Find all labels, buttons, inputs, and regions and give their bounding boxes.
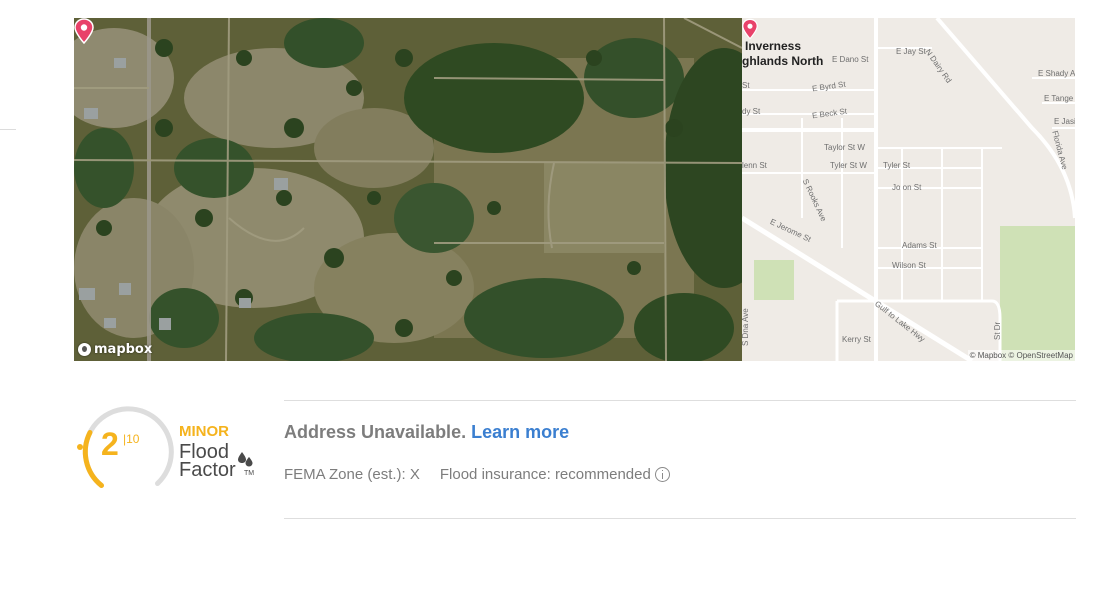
learn-more-link[interactable]: Learn more bbox=[471, 422, 569, 442]
satellite-imagery bbox=[74, 18, 742, 361]
mapbox-logo-text: mapbox bbox=[94, 342, 153, 357]
satellite-map[interactable]: mapbox bbox=[74, 18, 742, 361]
location-pin-icon[interactable] bbox=[742, 18, 758, 40]
street-label: S Dna Ave bbox=[742, 308, 750, 346]
flood-factor-logo-line2: Factor bbox=[179, 459, 236, 481]
street-label: E Dano St bbox=[832, 55, 869, 64]
street-label: St Dr bbox=[993, 321, 1002, 340]
street-label: lenn St bbox=[742, 161, 767, 170]
street-label: Jo on St bbox=[892, 183, 922, 192]
map-attribution[interactable]: © Mapbox © OpenStreetMap bbox=[967, 350, 1075, 361]
flood-score-gauge bbox=[77, 406, 174, 488]
street-label: Kerry St bbox=[842, 335, 871, 344]
flood-factor-badge: 2 |10 MINOR Flood Factor TM bbox=[74, 400, 264, 492]
street-label: Tyler St bbox=[883, 161, 911, 170]
flood-insurance-status: Flood insurance: recommended bbox=[439, 466, 651, 483]
trademark-symbol: TM bbox=[244, 470, 255, 477]
street-map[interactable]: Inverness ghlands North E Dano St E Jay … bbox=[742, 18, 1075, 361]
location-pin-icon[interactable] bbox=[74, 18, 94, 44]
street-label: dy St bbox=[742, 107, 761, 116]
divider-bottom bbox=[284, 518, 1076, 519]
risk-level: MINOR bbox=[179, 423, 229, 440]
street-label: Wilson St bbox=[892, 261, 926, 270]
street-label: E Jay St bbox=[896, 47, 926, 56]
address-status: Address Unavailable. bbox=[284, 422, 467, 442]
divider-top bbox=[284, 400, 1076, 401]
street-label: Taylor St W bbox=[824, 143, 865, 152]
street-label: E Jasi bbox=[1054, 117, 1075, 126]
place-label-inverness: Inverness bbox=[745, 39, 802, 53]
street-label: Tyler St W bbox=[830, 161, 867, 170]
mapbox-icon bbox=[78, 343, 91, 356]
fema-zone: FEMA Zone (est.): X bbox=[284, 466, 420, 483]
street-label: E Tange bbox=[1044, 94, 1074, 103]
address-headline: Address Unavailable. Learn more bbox=[284, 422, 569, 443]
flood-details: FEMA Zone (est.): X Flood insurance: rec… bbox=[284, 466, 670, 483]
water-drops-icon bbox=[238, 452, 253, 467]
flood-score-max: |10 bbox=[123, 432, 140, 446]
street-label: E Shady A bbox=[1038, 69, 1075, 78]
street-label: St bbox=[742, 81, 750, 90]
mapbox-logo[interactable]: mapbox bbox=[78, 342, 152, 357]
left-divider bbox=[0, 129, 16, 130]
info-icon[interactable] bbox=[654, 467, 670, 482]
flood-score: 2 bbox=[101, 426, 119, 462]
place-label-highlands-north: ghlands North bbox=[742, 54, 824, 68]
street-label: Adams St bbox=[902, 241, 937, 250]
